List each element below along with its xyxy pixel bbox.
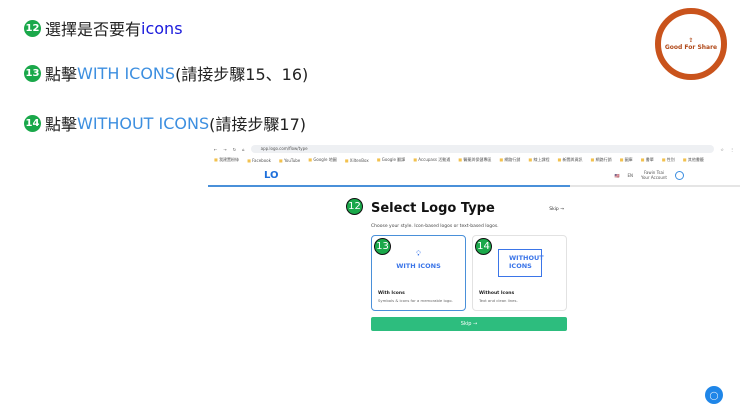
progress-bar: [208, 185, 740, 187]
url-input[interactable]: app.logo.com/flow/type: [250, 145, 715, 153]
logo-type-panel: 12 Select Logo Type Skip → Choose your s…: [346, 198, 567, 331]
progress-fill: [208, 185, 570, 187]
bookmark-item[interactable]: XiltenBox: [345, 158, 369, 163]
bookmark-item[interactable]: 網路行銷: [591, 157, 612, 163]
address-bar: ← → ↻ ⌂ app.logo.com/flow/type ☆ ⋮: [208, 143, 740, 155]
brand-logo: ⇪ Good For Share: [655, 8, 727, 80]
app-header: LO 🇺🇸 EN Fawin Tsai Your Account: [208, 165, 740, 185]
skip-button[interactable]: Skip →: [371, 317, 567, 331]
menu-icon[interactable]: ⋮: [730, 147, 734, 152]
language-select[interactable]: EN: [628, 173, 634, 178]
bookmark-item[interactable]: 網路行銷: [499, 157, 520, 163]
lightbulb-icon: 💡︎: [416, 250, 421, 258]
bookmark-item[interactable]: 性別: [662, 157, 675, 163]
chat-icon[interactable]: ◯: [705, 386, 723, 404]
reload-icon[interactable]: ↻: [233, 147, 236, 152]
browser-window: ← → ↻ ⌂ app.logo.com/flow/type ☆ ⋮ 我建置粉絲 Face…: [208, 143, 740, 413]
forward-icon[interactable]: →: [223, 147, 226, 152]
bookmark-item[interactable]: YouTube: [279, 158, 300, 163]
bookmark-item[interactable]: 醫藥與保健專區: [458, 157, 491, 163]
star-icon[interactable]: ☆: [720, 147, 724, 152]
step-12: 12 選擇是否要有 icons: [24, 18, 183, 39]
avatar[interactable]: [675, 170, 684, 180]
skip-link[interactable]: Skip →: [549, 207, 564, 212]
page-title: Select Logo Type: [371, 201, 495, 216]
bookmark-item[interactable]: 新聞與資訊: [557, 157, 583, 163]
bookmark-item[interactable]: 我建置粉絲: [214, 157, 239, 163]
flag-icon: 🇺🇸: [614, 172, 620, 178]
subtitle: Choose your style. Icon-based logos or t…: [371, 224, 499, 229]
share-icon: ⇪: [688, 37, 694, 44]
bookmark-item[interactable]: Facebook: [247, 158, 271, 163]
step-14: 14 點擊 WITHOUT ICONS (請接步驟17): [24, 113, 306, 134]
bookmark-item[interactable]: Google 地圖: [308, 157, 336, 163]
with-icons-card[interactable]: 13 💡︎ WITH ICONS With Icons Symbols & ic…: [371, 235, 466, 311]
bookmarks-bar: 我建置粉絲 Facebook YouTube Google 地圖 XiltenBox Go…: [208, 155, 740, 165]
step-13: 13 點擊 WITH ICONS (請接步驟15、16): [24, 63, 309, 84]
bookmark-item[interactable]: 圖庫: [620, 157, 633, 163]
bookmark-item[interactable]: 書單: [641, 157, 654, 163]
bookmark-item[interactable]: Accupass 活動通: [413, 157, 450, 163]
home-icon[interactable]: ⌂: [242, 147, 245, 152]
step-badge: 12: [346, 198, 363, 215]
bookmark-item[interactable]: Google 翻譯: [377, 157, 405, 163]
bookmark-item[interactable]: 線上課程: [528, 157, 549, 163]
bookmark-item[interactable]: 其他書籤: [683, 157, 704, 163]
app-logo[interactable]: LO: [264, 170, 279, 181]
without-icons-card[interactable]: 14 WITHOUT ICONS Without Icons Text and …: [472, 235, 567, 311]
back-icon[interactable]: ←: [214, 147, 217, 152]
